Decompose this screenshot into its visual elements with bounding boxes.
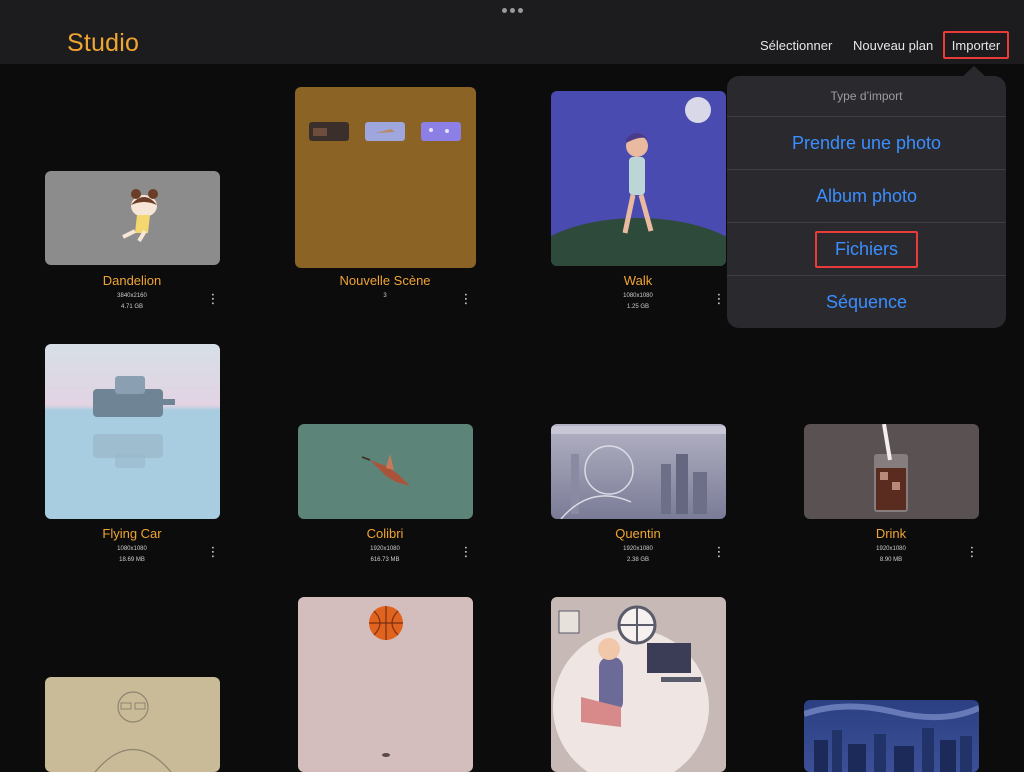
select-button[interactable]: Sélectionner (760, 38, 832, 53)
project-size: 18.69 MB (119, 557, 145, 563)
more-options-icon[interactable]: ⋮ (712, 545, 726, 559)
more-options-icon[interactable]: ⋮ (206, 545, 220, 559)
project-resolution: 1080x1080 (623, 293, 653, 299)
top-bar: Studio Sélectionner Nouveau plan Importe… (0, 0, 1024, 64)
project-size: 1.25 GB (626, 304, 649, 310)
sketch-man-illustration (94, 691, 172, 772)
more-options-icon[interactable]: ⋮ (459, 292, 473, 306)
menu-item-files-label: Fichiers (814, 230, 918, 268)
popover-header: Type d’import (830, 89, 903, 103)
project-title: Dandelion (102, 273, 162, 288)
project-thumbnail-nouvelle-scene[interactable] (295, 87, 476, 268)
basketball-illustration (369, 606, 403, 757)
new-plan-button[interactable]: Nouveau plan (853, 38, 933, 53)
cola-glass-illustration (874, 424, 908, 512)
more-options-icon[interactable]: ⋮ (459, 545, 473, 559)
project-resolution: 3840x2160 (117, 293, 147, 299)
project-resolution: 1920x1080 (876, 546, 906, 552)
project-title: Nouvelle Scène (339, 273, 431, 288)
menu-item-photo-album[interactable]: Album photo (727, 169, 1006, 222)
project-thumbnail-walk[interactable] (551, 91, 726, 266)
project-size: 2.38 GB (626, 557, 649, 563)
city-sketch-portrait-illustration (551, 426, 726, 519)
flying-car-illustration (93, 376, 175, 468)
more-options-icon[interactable]: ⋮ (206, 292, 220, 306)
project-title: Quentin (615, 526, 661, 541)
project-thumbnail-colibri[interactable] (298, 424, 473, 519)
menu-item-sequence[interactable]: Séquence (727, 275, 1006, 328)
project-thumbnail-flying-car[interactable] (45, 344, 220, 519)
import-button[interactable]: Importer (943, 31, 1009, 59)
project-clip-count: 3 (383, 293, 387, 299)
import-type-popover: Type d’import Prendre une photo Album ph… (727, 76, 1006, 328)
night-city-illustration (804, 703, 979, 772)
workspace-illustration (553, 605, 709, 772)
hummingbird-illustration (361, 454, 410, 486)
page-title: Studio (67, 29, 140, 57)
project-resolution: 1920x1080 (623, 546, 653, 552)
menu-item-files[interactable]: Fichiers (727, 222, 1006, 275)
girl-character-illustration (122, 189, 158, 243)
project-size: 616.73 MB (370, 557, 400, 563)
project-thumbnail-sketch-man[interactable] (45, 677, 220, 772)
project-size: 4.71 GB (120, 304, 143, 310)
walking-boy-illustration (551, 97, 726, 266)
project-resolution: 1080x1080 (117, 546, 147, 552)
project-size: 8.90 MB (879, 557, 903, 563)
project-title: Colibri (366, 526, 404, 541)
project-thumbnail-quentin[interactable] (551, 424, 726, 519)
scene-clips-preview (309, 122, 461, 141)
more-options-icon[interactable]: ⋮ (712, 292, 726, 306)
project-thumbnail-drink[interactable] (804, 424, 979, 519)
project-resolution: 1920x1080 (370, 546, 400, 552)
project-thumbnail-workspace[interactable] (551, 597, 726, 772)
project-title: Walk (623, 273, 653, 288)
project-title: Drink (875, 526, 907, 541)
more-options-icon[interactable]: ⋮ (965, 545, 979, 559)
multitasking-grabber-icon[interactable] (502, 8, 523, 13)
project-thumbnail-basketball[interactable] (298, 597, 473, 772)
project-thumbnail-dandelion[interactable] (45, 171, 220, 265)
project-title: Flying Car (102, 526, 162, 541)
menu-item-take-photo[interactable]: Prendre une photo (727, 116, 1006, 169)
project-thumbnail-night-city[interactable] (804, 700, 979, 772)
